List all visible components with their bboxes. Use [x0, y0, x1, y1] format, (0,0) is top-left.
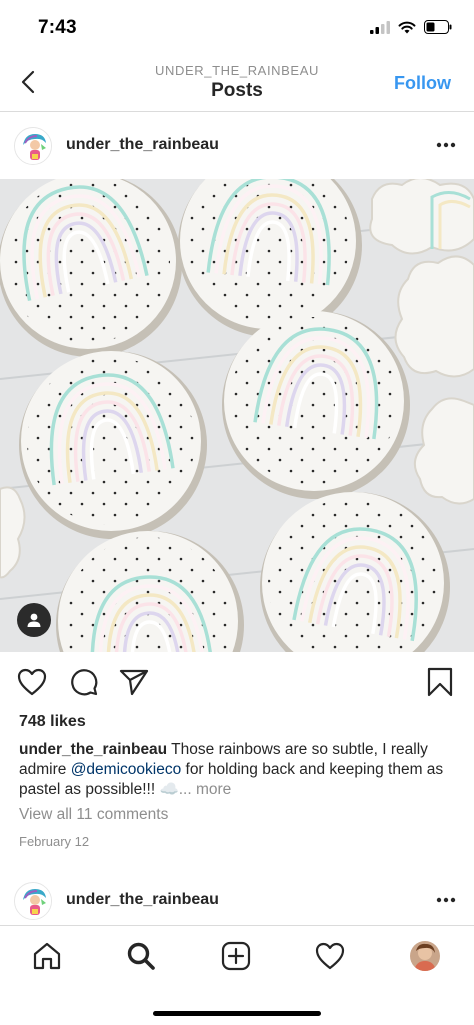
post-photo: [0, 179, 474, 652]
avatar[interactable]: [14, 127, 52, 165]
status-time: 7:43: [38, 17, 77, 38]
post-date: February 12: [19, 834, 90, 849]
post-action-bar: [0, 662, 474, 704]
tab-search[interactable]: [119, 934, 163, 978]
home-indicator[interactable]: [153, 1011, 321, 1016]
wifi-icon: [398, 21, 416, 33]
status-bar: 7:43: [0, 0, 474, 56]
paper-plane-icon: [119, 669, 149, 696]
more-options-button[interactable]: [434, 890, 458, 910]
post-caption: under_the_rainbeau Those rainbows are so…: [19, 740, 459, 800]
tab-activity[interactable]: [308, 934, 352, 978]
tab-profile[interactable]: [403, 934, 447, 978]
activity-heart-icon: [315, 942, 345, 970]
avatar-image: [15, 883, 51, 919]
post-header: under_the_rainbeau: [0, 113, 474, 177]
profile-avatar: [410, 941, 440, 971]
follow-button[interactable]: Follow: [394, 73, 451, 94]
person-tag-icon: [27, 613, 41, 627]
save-button[interactable]: [424, 666, 456, 698]
caption-mention[interactable]: @demicookieco: [71, 761, 182, 778]
status-icons: [370, 20, 452, 34]
like-button[interactable]: [16, 666, 48, 698]
caption-username[interactable]: under_the_rainbeau: [19, 741, 167, 758]
heart-icon: [17, 668, 47, 696]
bottom-tab-bar: [0, 925, 474, 1025]
add-post-icon: [221, 941, 251, 971]
caption-more-link[interactable]: ... more: [179, 781, 232, 798]
more-horizontal-icon: [436, 142, 456, 148]
post-username[interactable]: under_the_rainbeau: [66, 136, 219, 154]
avatar[interactable]: [14, 882, 52, 920]
avatar-image: [15, 128, 51, 164]
tagged-people-button[interactable]: [17, 603, 51, 637]
likes-count[interactable]: 748 likes: [19, 713, 86, 731]
tab-home[interactable]: [25, 934, 69, 978]
post-image[interactable]: [0, 179, 474, 652]
post-username[interactable]: under_the_rainbeau: [66, 891, 219, 909]
home-icon: [33, 942, 61, 970]
tab-new-post[interactable]: [214, 934, 258, 978]
view-comments-link[interactable]: View all 11 comments: [19, 806, 168, 824]
share-button[interactable]: [118, 666, 150, 698]
cellular-signal-icon: [370, 20, 390, 34]
search-icon: [127, 942, 155, 970]
next-post-header: under_the_rainbeau: [0, 868, 474, 932]
bookmark-icon: [427, 667, 453, 697]
more-horizontal-icon: [436, 897, 456, 903]
comment-button[interactable]: [68, 666, 100, 698]
battery-icon: [424, 20, 452, 34]
nav-header: UNDER_THE_RAINBEAU Posts Follow: [0, 56, 474, 112]
more-options-button[interactable]: [434, 135, 458, 155]
comment-icon: [71, 669, 98, 696]
